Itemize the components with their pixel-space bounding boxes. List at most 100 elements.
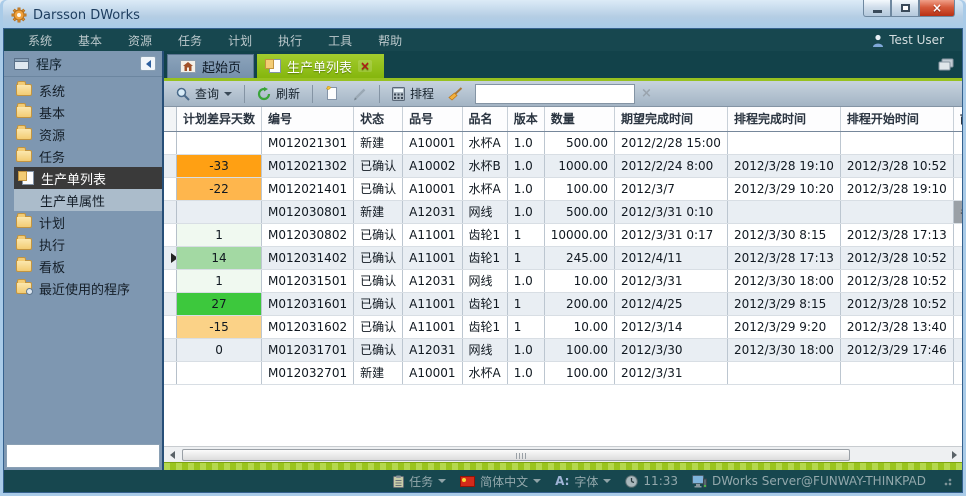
menu-item-tools[interactable]: 工具 [328,32,352,49]
menu-item-plan[interactable]: 计划 [228,32,252,49]
toolbar-search-input[interactable] [486,87,636,101]
sidebar-item-1[interactable]: 基本 [4,101,162,123]
table-row[interactable]: 27M012031601已确认A11001齿轮11200.002012/4/25… [164,292,962,315]
cell: 1.0 [507,154,544,177]
cell [953,223,962,246]
folder-icon [16,238,32,250]
cell: 1 [507,292,544,315]
column-header-7[interactable]: 期望完成时间 [615,107,728,131]
cell: 新建 [354,131,403,154]
sidebar-item-label: 任务 [39,147,65,166]
column-header-4[interactable]: 品名 [462,107,507,131]
scroll-right-icon[interactable] [946,447,962,463]
column-header-9[interactable]: 排程开始时间 [840,107,953,131]
menu-item-basic[interactable]: 基本 [78,32,102,49]
tab-start-page[interactable]: 起始页 [167,54,254,78]
tab-label: 起始页 [202,57,241,76]
row-indicator-cell [164,246,177,269]
chevron-down-icon [438,479,446,483]
sidebar-item-7[interactable]: 执行 [4,233,162,255]
table-row[interactable]: -22M012021401已确认A10001水杯A1.0100.002012/3… [164,177,962,200]
cell: 2012/3/28 19:10 [840,177,953,200]
table-row[interactable]: 0M012031701已确认A12031网线1.0100.002012/3/30… [164,338,962,361]
cell: 0 [177,338,262,361]
cell: 1000.00 [544,154,614,177]
table-row[interactable]: 1M012030802已确认A11001齿轮1110000.002012/3/3… [164,223,962,246]
sidebar-item-label: 基本 [39,103,65,122]
table-row[interactable]: 14M012031402已确认A11001齿轮11245.002012/4/11… [164,246,962,269]
column-header-10[interactable]: 前 [953,107,962,131]
cell: M012031601 [262,292,354,315]
sidebar-collapse-button[interactable] [140,56,156,71]
cell: 新建 [354,200,403,223]
cell: 1 [507,246,544,269]
menu-item-task[interactable]: 任务 [178,32,202,49]
cell: 1 [507,315,544,338]
close-button[interactable]: × [919,0,955,17]
tab-production-order-list[interactable]: 生产单列表 × [257,54,384,78]
table-row[interactable]: M012030801新建A12031网线1.0500.002012/3/31 0… [164,200,962,223]
cell: M012030802 [262,223,354,246]
cell: M012021301 [262,131,354,154]
cell: 网线 [462,269,507,292]
cell: A12031 [403,200,462,223]
table-row[interactable]: 1M012031501已确认A12031网线1.010.002012/3/312… [164,269,962,292]
menu-item-resource[interactable]: 资源 [128,32,152,49]
column-header-3[interactable]: 品号 [403,107,462,131]
sidebar-item-0[interactable]: 系统 [4,79,162,101]
cell [953,269,962,292]
cell: A11001 [403,246,462,269]
menu-item-system[interactable]: 系统 [28,32,52,49]
menu-item-help[interactable]: 帮助 [378,32,402,49]
edit-button[interactable] [349,85,371,103]
column-header-1[interactable]: 编号 [262,107,354,131]
resize-grip[interactable] [942,476,952,486]
table-row[interactable]: M012032701新建A10001水杯A1.0100.002012/3/31 [164,361,962,384]
sidebar-item-3[interactable]: 任务 [4,145,162,167]
sidebar-item-8[interactable]: 看板 [4,255,162,277]
toolbar-search-clear-icon[interactable]: × [641,86,652,101]
sidebar-header: 程序 [4,51,162,77]
cell: 2012/2/24 8:00 [615,154,728,177]
new-button[interactable] [321,84,343,103]
tab-close-icon[interactable]: × [358,60,372,72]
sidebar-item-4[interactable]: 生产单列表 [14,167,162,189]
sidebar-item-9[interactable]: 最近使用的程序 [4,277,162,299]
data-grid: 计划差异天数编号状态品号品名版本数量期望完成时间排程完成时间排程开始时间前 M0… [164,107,962,446]
status-font-menu[interactable]: A: 字体 [555,473,611,490]
cell [177,200,262,223]
schedule-button[interactable]: 排程 [388,83,438,104]
status-language-menu[interactable]: 简体中文 [460,473,541,490]
minimize-icon [873,10,882,13]
clean-button[interactable] [444,85,467,103]
column-header-0[interactable]: 计划差异天数 [177,107,262,131]
column-header-5[interactable]: 版本 [507,107,544,131]
table-row[interactable]: M012021301新建A10001水杯A1.0500.002012/2/28 … [164,131,962,154]
horizontal-scrollbar[interactable] [164,446,962,462]
sidebar-item-6[interactable]: 计划 [4,211,162,233]
scrollbar-thumb[interactable] [182,449,850,461]
scroll-left-icon[interactable] [164,447,180,463]
cell: -15 [177,315,262,338]
windows-stack-icon[interactable] [938,58,954,71]
sidebar-item-5[interactable]: 生产单属性 [14,189,162,211]
query-button[interactable]: 查询 [172,83,236,104]
minimize-button[interactable] [863,0,891,17]
menu-item-execute[interactable]: 执行 [278,32,302,49]
cell: 齿轮1 [462,246,507,269]
table-row[interactable]: -15M012031602已确认A11001齿轮1110.002012/3/14… [164,315,962,338]
column-header-8[interactable]: 排程完成时间 [727,107,840,131]
refresh-button[interactable]: 刷新 [253,83,304,104]
maximize-button[interactable] [891,0,919,17]
cell: 1 [177,223,262,246]
table-row[interactable]: -33M012021302已确认A10002水杯B1.01000.002012/… [164,154,962,177]
sidebar-item-label: 计划 [39,213,65,232]
sidebar-item-2[interactable]: 资源 [4,123,162,145]
status-task-menu[interactable]: 任务 [393,473,446,490]
sidebar-search-input[interactable] [19,449,169,463]
font-icon: A: [555,474,569,488]
folder-icon [16,106,32,118]
column-header-2[interactable]: 状态 [354,107,403,131]
user-menu[interactable]: Test User [872,33,944,47]
column-header-6[interactable]: 数量 [544,107,614,131]
